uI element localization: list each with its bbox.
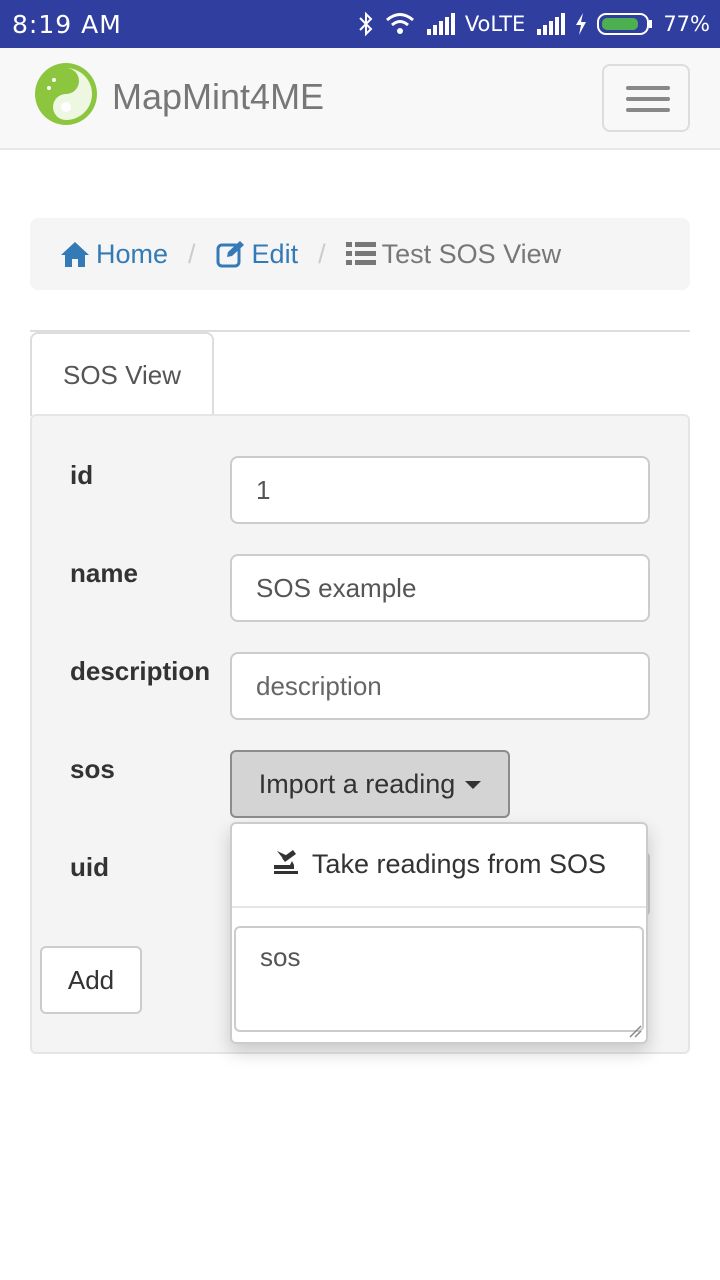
status-icons: VoLTE 77% <box>357 8 710 40</box>
breadcrumb-separator: / <box>188 238 196 269</box>
battery-percent: 77% <box>663 12 710 36</box>
bluetooth-icon <box>357 11 375 37</box>
tab-sos-view[interactable]: SOS View <box>30 332 214 416</box>
home-icon <box>60 240 90 268</box>
breadcrumb-home[interactable]: Home <box>60 239 168 270</box>
field-label-id: id <box>70 460 94 490</box>
import-dropdown-menu: Take readings from SOS sos <box>230 822 648 1044</box>
signal-icon <box>425 13 455 35</box>
add-button[interactable]: Add <box>40 946 142 1014</box>
breadcrumb-edit[interactable]: Edit <box>216 239 299 270</box>
network-label: VoLTE <box>464 12 526 36</box>
breadcrumb-current-label: Test SOS View <box>381 238 562 269</box>
menu-toggle-button[interactable] <box>602 64 690 132</box>
signal-icon-2 <box>535 13 566 35</box>
import-reading-button[interactable]: Import a reading <box>230 750 510 818</box>
list-icon <box>345 241 376 267</box>
breadcrumb-edit-link[interactable]: Edit <box>252 239 299 270</box>
caret-down-icon <box>465 781 482 789</box>
field-label-sos: sos <box>70 754 115 784</box>
battery-icon <box>597 12 653 36</box>
resize-handle-icon[interactable] <box>628 1024 642 1038</box>
name-input[interactable]: SOS example <box>230 554 650 622</box>
edit-icon <box>216 240 246 268</box>
field-label-name: name <box>70 558 138 588</box>
wifi-icon <box>385 12 415 36</box>
breadcrumb-current: Test SOS View <box>345 238 562 270</box>
status-time: 8:19 AM <box>12 10 122 39</box>
breadcrumb: Home / Edit / Test SOS View <box>30 218 690 290</box>
description-input[interactable]: description <box>230 652 650 720</box>
telescope-icon <box>272 847 300 882</box>
navbar: MapMint4ME <box>0 48 720 150</box>
take-readings-label: Take readings from SOS <box>311 848 607 879</box>
id-input[interactable]: 1 <box>230 456 650 524</box>
dropdown-divider <box>232 906 646 908</box>
field-label-description: description <box>70 656 211 686</box>
take-readings-menu-item[interactable]: Take readings from SOS <box>232 824 646 904</box>
app-logo-icon[interactable] <box>34 62 98 126</box>
import-reading-label: Import a reading <box>258 768 456 799</box>
breadcrumb-home-link[interactable]: Home <box>96 239 168 270</box>
app-title[interactable]: MapMint4ME <box>112 76 324 118</box>
status-bar: 8:19 AM VoLTE 77% <box>0 0 720 48</box>
charging-icon <box>575 13 587 35</box>
breadcrumb-separator: / <box>318 238 326 269</box>
sos-textarea[interactable]: sos <box>234 926 644 1032</box>
field-label-uid: uid <box>70 852 109 882</box>
